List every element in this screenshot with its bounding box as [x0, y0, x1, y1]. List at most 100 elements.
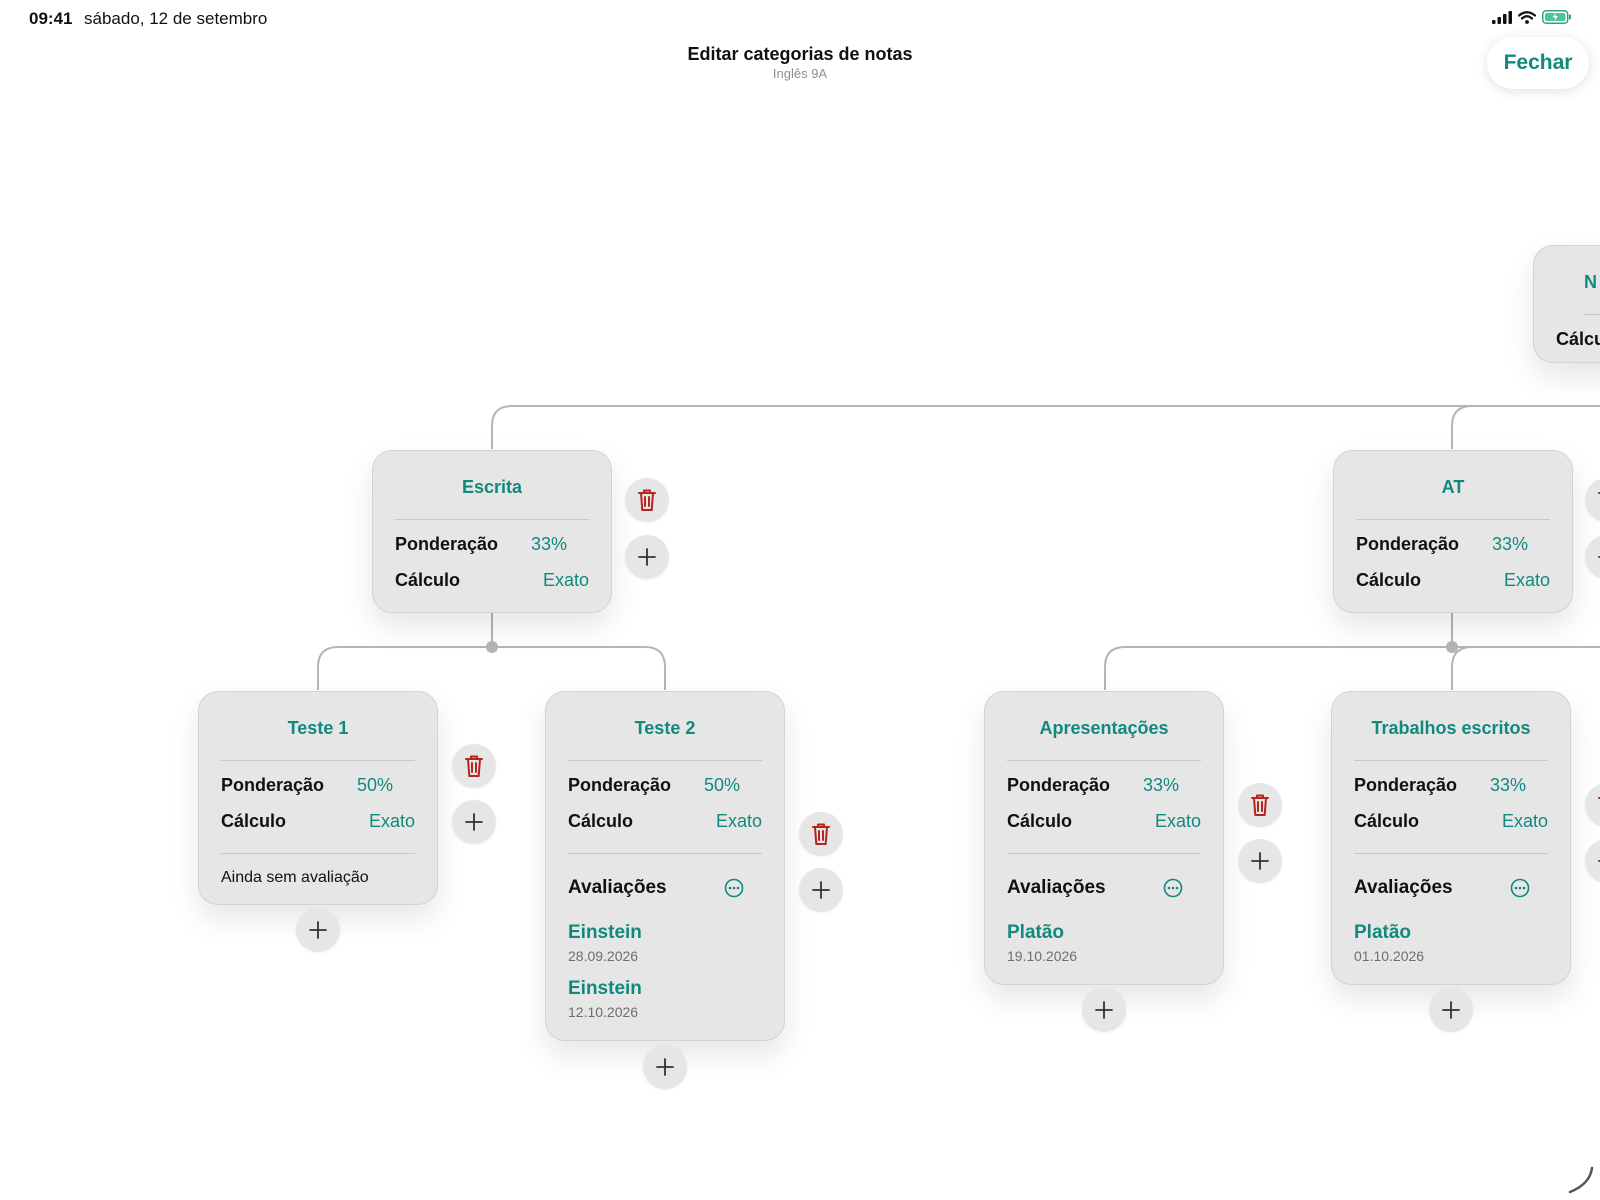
branch-node — [1446, 641, 1458, 653]
assessment-name[interactable]: Platão — [1354, 922, 1548, 944]
calc-row[interactable]: Cálculo Exato — [1007, 803, 1201, 839]
plus-icon — [309, 921, 327, 939]
weight-row[interactable]: Ponderação 50% — [568, 767, 762, 803]
weight-value[interactable]: 50% — [357, 775, 393, 796]
weight-label: Ponderação — [221, 774, 325, 795]
trash-icon — [1251, 794, 1269, 816]
assessments-label: Avaliações — [1007, 877, 1106, 898]
calc-row[interactable]: Cálculo Exato — [1356, 562, 1550, 598]
weight-value[interactable]: 50% — [704, 775, 740, 796]
add-assessment-button[interactable] — [643, 1045, 687, 1089]
more-icon[interactable] — [1163, 878, 1183, 898]
weight-label: Ponderação — [1356, 533, 1460, 554]
assessment-name[interactable]: Platão — [1007, 922, 1201, 944]
category-title: AT — [1356, 451, 1550, 520]
more-icon[interactable] — [1510, 878, 1530, 898]
assessments-header: Avaliações — [568, 854, 762, 922]
weight-row[interactable]: Ponderação 33% — [1356, 526, 1550, 562]
weight-value[interactable]: 33% — [1490, 775, 1526, 796]
assessments-header: Avaliações — [1354, 854, 1548, 922]
calc-label: Cálculo — [221, 810, 287, 831]
trash-icon — [638, 489, 656, 511]
calc-value[interactable]: Exato — [1502, 811, 1548, 832]
assessments-label: Avaliações — [1354, 877, 1453, 898]
calc-row[interactable]: Cálculo Exato — [221, 803, 415, 839]
calc-label: Cálculo — [1007, 810, 1073, 831]
category-card-teste-1[interactable]: Teste 1 Ponderação 50% Cálculo Exato Ainda… — [198, 691, 438, 905]
assessments-header: Avaliações — [1007, 854, 1201, 922]
calc-label: Cálculo — [395, 569, 461, 590]
plus-icon — [656, 1058, 674, 1076]
calc-label: Cálculo — [1354, 810, 1420, 831]
plus-icon — [1095, 1001, 1113, 1019]
calc-value[interactable]: Exato — [1504, 570, 1550, 591]
assessment-name[interactable]: Einstein — [568, 922, 762, 944]
weight-label: Ponderação — [568, 774, 672, 795]
weight-label: Ponderação — [1354, 774, 1458, 795]
more-icon[interactable] — [724, 878, 744, 898]
plus-icon — [465, 813, 483, 831]
assessment-date: 28.09.2026 — [568, 948, 639, 964]
assessment-date: 19.10.2026 — [1007, 948, 1078, 964]
weight-label: Ponderação — [1007, 774, 1111, 795]
assessment-item[interactable]: Platão 19.10.2026 — [1007, 922, 1201, 964]
category-title: Trabalhos escritos — [1354, 692, 1548, 761]
plus-icon — [812, 881, 830, 899]
weight-row[interactable]: Ponderação 33% — [395, 526, 589, 562]
category-title: Teste 2 — [568, 692, 762, 761]
add-assessment-button[interactable] — [1429, 988, 1473, 1032]
branch-node — [486, 641, 498, 653]
calc-value[interactable]: Exato — [716, 811, 762, 832]
delete-category-button[interactable] — [799, 812, 843, 856]
weight-row[interactable]: Ponderação 33% — [1354, 767, 1548, 803]
trash-icon — [812, 823, 830, 845]
add-subcategory-button[interactable] — [1238, 839, 1282, 883]
weight-row[interactable]: Ponderação 33% — [1007, 767, 1201, 803]
category-card-escrita[interactable]: Escrita Ponderação 33% Cálculo Exato — [372, 450, 612, 613]
calc-value[interactable]: Exato — [1155, 811, 1201, 832]
plus-icon — [1251, 852, 1269, 870]
category-card-teste-2[interactable]: Teste 2 Ponderação 50% Cálculo Exato Avali… — [545, 691, 785, 1041]
add-subcategory-button[interactable] — [452, 800, 496, 844]
category-card-trabalhos-escritos[interactable]: Trabalhos escritos Ponderação 33% Cálculo… — [1331, 691, 1571, 985]
trash-icon — [465, 755, 483, 777]
weight-row[interactable]: Ponderação 50% — [221, 767, 415, 803]
add-subcategory-button[interactable] — [625, 535, 669, 579]
no-assessment-note: Ainda sem avaliação — [221, 869, 369, 886]
category-card-at[interactable]: AT Ponderação 33% Cálculo Exato — [1333, 450, 1573, 613]
weight-label: Ponderação — [395, 533, 499, 554]
root-category-title: N — [1584, 272, 1600, 315]
category-title: Escrita — [395, 451, 589, 520]
add-assessment-button[interactable] — [1082, 988, 1126, 1032]
calc-label: Cálculo — [568, 810, 634, 831]
root-calc-label: Cálcu — [1556, 329, 1600, 349]
plus-icon — [1442, 1001, 1460, 1019]
assessment-item[interactable]: Einstein 28.09.2026 — [568, 922, 762, 964]
calc-row[interactable]: Cálculo Exato — [568, 803, 762, 839]
add-subcategory-button[interactable] — [799, 868, 843, 912]
delete-category-button[interactable] — [625, 478, 669, 522]
assessments-label: Avaliações — [568, 877, 667, 898]
assessment-name[interactable]: Einstein — [568, 978, 762, 1000]
delete-category-button[interactable] — [452, 744, 496, 788]
category-title: Apresentações — [1007, 692, 1201, 761]
resize-handle-icon[interactable] — [1566, 1166, 1594, 1194]
assessment-item[interactable]: Platão 01.10.2026 — [1354, 922, 1548, 964]
root-category-card[interactable]: N Cálcu — [1533, 245, 1600, 363]
delete-category-button[interactable] — [1238, 783, 1282, 827]
add-assessment-button[interactable] — [296, 908, 340, 952]
assessment-date: 01.10.2026 — [1354, 948, 1425, 964]
calc-value[interactable]: Exato — [369, 811, 415, 832]
calc-row[interactable]: Cálculo Exato — [395, 562, 589, 598]
category-card-apresentacoes[interactable]: Apresentações Ponderação 33% Cálculo Exato… — [984, 691, 1224, 985]
calc-value[interactable]: Exato — [543, 570, 589, 591]
assessment-item[interactable]: Einstein 12.10.2026 — [568, 978, 762, 1020]
calc-row[interactable]: Cálculo Exato — [1354, 803, 1548, 839]
calc-label: Cálculo — [1356, 569, 1422, 590]
category-title: Teste 1 — [221, 692, 415, 761]
weight-value[interactable]: 33% — [1492, 534, 1528, 555]
weight-value[interactable]: 33% — [1143, 775, 1179, 796]
assessment-date: 12.10.2026 — [568, 1004, 639, 1020]
weight-value[interactable]: 33% — [531, 534, 567, 555]
plus-icon — [638, 548, 656, 566]
